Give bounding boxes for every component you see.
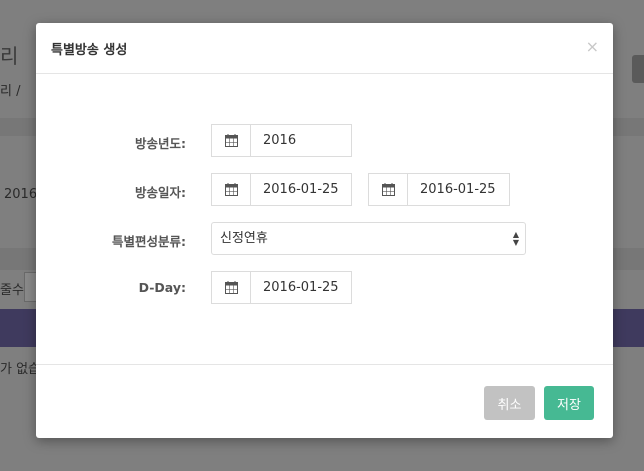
start-date-calendar-button[interactable]: [211, 173, 251, 206]
backdrop-breadcrumb: 리 /: [0, 84, 21, 99]
save-button[interactable]: 저장: [544, 386, 594, 420]
start-date-input[interactable]: 2016-01-25: [251, 173, 352, 206]
end-date-input[interactable]: 2016-01-25: [408, 173, 510, 206]
year-calendar-button[interactable]: [211, 124, 251, 157]
modal-title: 특별방송 생성: [51, 43, 128, 58]
backdrop-count-label: 줄수: [0, 283, 24, 298]
year-input[interactable]: 2016: [251, 124, 352, 157]
category-label: 특별편성분류:: [112, 234, 186, 249]
broadcast-date-label: 방송일자:: [135, 185, 186, 200]
backdrop-button: [632, 55, 644, 83]
close-icon[interactable]: ×: [586, 37, 599, 56]
modal-footer: 취소 저장: [36, 364, 613, 439]
cancel-button[interactable]: 취소: [484, 386, 535, 420]
create-special-broadcast-modal: 특별방송 생성 × 방송년도: 2016 방송일자: 2016-01-25 20…: [36, 23, 613, 438]
end-date-calendar-button[interactable]: [368, 173, 408, 206]
category-selected-value: 신정연휴: [220, 231, 268, 246]
calendar-icon: [381, 183, 395, 196]
backdrop-year: 2016: [4, 187, 38, 202]
dday-calendar-button[interactable]: [211, 271, 251, 304]
calendar-icon: [224, 183, 238, 196]
category-select[interactable]: 신정연휴 ▲ ▼: [211, 222, 526, 255]
modal-header: 특별방송 생성 ×: [36, 23, 613, 74]
calendar-icon: [224, 281, 238, 294]
calendar-icon: [224, 134, 238, 147]
select-arrows-icon: ▲ ▼: [512, 230, 519, 247]
year-label: 방송년도:: [135, 136, 186, 151]
dday-input[interactable]: 2016-01-25: [251, 271, 352, 304]
dday-label: D-Day:: [138, 280, 186, 295]
backdrop-heading: 리: [0, 44, 19, 68]
